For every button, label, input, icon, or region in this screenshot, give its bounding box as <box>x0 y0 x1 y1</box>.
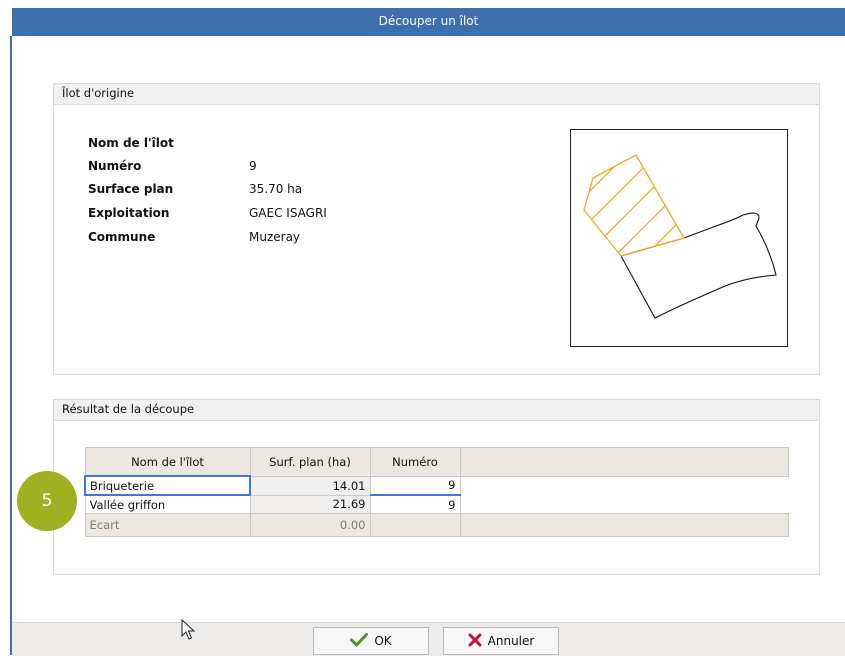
cell-filler <box>460 476 788 495</box>
label-commune: Commune <box>88 230 156 244</box>
label-nom-ilot: Nom de l'îlot <box>88 136 174 150</box>
ecart-filler-cell <box>459 513 789 537</box>
cell-numero[interactable]: 9 <box>369 494 461 514</box>
ecart-row: Ecart 0.00 <box>84 513 789 537</box>
column-header-surface[interactable]: Surf. plan (ha) <box>249 447 371 477</box>
label-numero: Numéro <box>88 159 142 173</box>
parcel-preview <box>570 129 788 347</box>
result-group-header: Résultat de la découpe <box>54 400 819 421</box>
window-left-border <box>10 36 12 655</box>
table-header-row: Nom de l'îlot Surf. plan (ha) Numéro <box>84 447 789 477</box>
column-header-nom[interactable]: Nom de l'îlot <box>84 447 251 477</box>
table-row[interactable]: Briqueterie 14.01 9 <box>84 475 788 496</box>
cell-numero[interactable]: 9 <box>369 475 461 496</box>
cell-nom[interactable]: Vallée griffon <box>84 494 251 514</box>
cell-surface: 21.69 <box>249 494 371 514</box>
ecart-value: 0.00 <box>249 513 371 537</box>
x-icon <box>468 633 482 650</box>
parcel-shape-icon <box>583 154 777 319</box>
title-bar: Découper un îlot <box>0 0 845 36</box>
cell-nom[interactable]: Briqueterie <box>84 475 251 496</box>
table-row[interactable]: Vallée griffon 21.69 9 <box>84 494 788 514</box>
label-surface-plan: Surface plan <box>88 182 174 196</box>
column-header-numero[interactable]: Numéro <box>369 447 461 477</box>
origin-group-header: Îlot d'origine <box>54 84 819 105</box>
step-badge: 5 <box>17 471 77 531</box>
value-numero: 9 <box>249 159 257 173</box>
cancel-button[interactable]: Annuler <box>443 627 559 655</box>
value-exploitation: GAEC ISAGRI <box>249 206 327 220</box>
ecart-label: Ecart <box>84 513 251 537</box>
result-table: Nom de l'îlot Surf. plan (ha) Numéro Bri… <box>84 447 789 537</box>
ecart-empty-cell <box>369 513 461 537</box>
value-surface-plan: 35.70 ha <box>249 182 303 196</box>
ok-button-label: OK <box>374 634 392 648</box>
cell-filler <box>460 495 788 514</box>
label-exploitation: Exploitation <box>88 206 170 220</box>
column-header-filler <box>459 447 789 477</box>
ok-button[interactable]: OK <box>313 627 429 655</box>
value-commune: Muzeray <box>249 230 301 244</box>
window-title: Découper un îlot <box>378 14 479 28</box>
mouse-pointer-icon <box>181 618 196 644</box>
check-icon <box>350 632 369 650</box>
cell-surface: 14.01 <box>249 475 371 496</box>
cancel-button-label: Annuler <box>487 634 535 648</box>
